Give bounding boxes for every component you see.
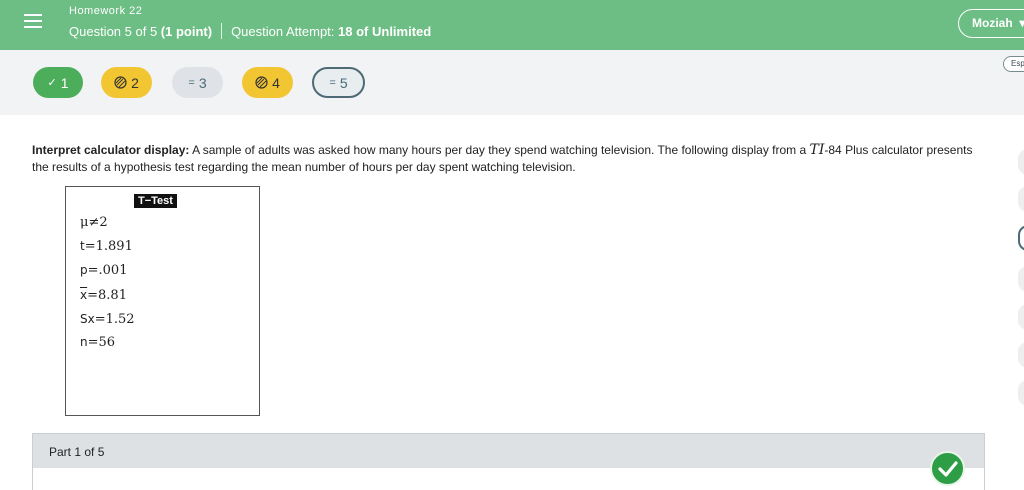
- lines-icon: =: [188, 76, 195, 89]
- attempt-value: 18 of Unlimited: [338, 23, 432, 39]
- lines-icon: =: [329, 76, 336, 89]
- calc-line-p: p=.001: [80, 263, 128, 278]
- pill-number: 4: [272, 74, 280, 91]
- calculator-title: T−Test: [134, 194, 177, 208]
- calc-line-mu: μ≠2: [80, 215, 108, 230]
- part-panel: Part 1 of 5: [32, 433, 985, 490]
- calc-line-t: t=1.891: [80, 239, 133, 254]
- attempt-label: Question Attempt:: [231, 23, 335, 39]
- menu-icon-bar: [24, 26, 42, 28]
- side-tool-button[interactable]: [1018, 149, 1024, 175]
- calculator-display: T−Test μ≠2 t=1.891 p=.001 x=8.81 Sx=1.52…: [65, 186, 260, 416]
- pill-number: 1: [60, 74, 69, 91]
- question-text: Interpret calculator display: A sample o…: [32, 142, 992, 176]
- question-points: (1 point): [160, 23, 213, 39]
- language-toggle-button[interactable]: Esp: [1003, 56, 1024, 72]
- question-pill-1[interactable]: ✓ 1: [33, 67, 83, 98]
- hatched-circle-icon: [255, 76, 268, 89]
- calc-line-sx: Sx=1.52: [80, 312, 135, 327]
- side-tool-button[interactable]: [1018, 380, 1024, 406]
- part-label: Part 1 of 5: [49, 445, 105, 459]
- menu-icon[interactable]: [23, 14, 43, 34]
- side-tool-button[interactable]: [1018, 342, 1024, 368]
- check-icon: [937, 460, 958, 477]
- question-info: Question 5 of 5 (1 point) Question Attem…: [69, 23, 431, 39]
- side-tool-button[interactable]: [1018, 186, 1024, 212]
- menu-icon-bar: [24, 14, 42, 16]
- top-header: Homework 22 Question 5 of 5 (1 point) Qu…: [0, 0, 1024, 50]
- checkmark-circle-icon: [930, 451, 965, 486]
- calculator-model: TI: [809, 142, 825, 158]
- calc-line-n: n=56: [80, 335, 116, 350]
- question-pill-4[interactable]: 4: [242, 67, 293, 98]
- check-icon: ✓: [47, 77, 57, 89]
- chevron-down-icon: ▾: [1019, 16, 1024, 30]
- question-pill-5[interactable]: = 5: [312, 67, 365, 98]
- side-tool-button[interactable]: [1018, 266, 1024, 292]
- pill-number: 3: [198, 74, 207, 91]
- side-tool-button-active[interactable]: [1018, 225, 1024, 251]
- question-lead: Interpret calculator display:: [32, 143, 190, 157]
- divider: [221, 23, 223, 39]
- question-nav: ✓ 1 2 = 3 4 = 5 Esp: [0, 50, 1024, 115]
- question-pill-3[interactable]: = 3: [172, 67, 223, 98]
- calc-line-xbar: x=8.81: [80, 288, 127, 303]
- side-tool-button[interactable]: [1018, 304, 1024, 330]
- user-menu-button[interactable]: Moziah ▾: [958, 9, 1024, 38]
- pill-number: 2: [131, 74, 139, 91]
- pill-number: 5: [339, 74, 348, 91]
- user-name: Moziah: [972, 16, 1013, 30]
- part-body: [33, 468, 984, 490]
- hatched-circle-icon: [114, 76, 127, 89]
- menu-icon-bar: [24, 20, 42, 22]
- question-text-1: A sample of adults was asked how many ho…: [189, 143, 810, 157]
- homework-title: Homework 22: [69, 5, 143, 17]
- question-pill-2[interactable]: 2: [101, 67, 152, 98]
- question-label: Question 5 of 5: [69, 23, 158, 39]
